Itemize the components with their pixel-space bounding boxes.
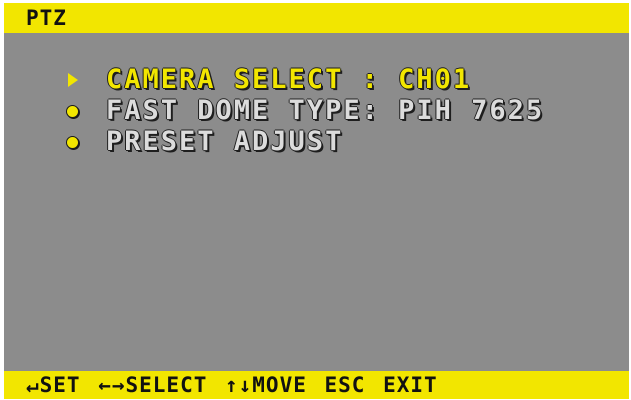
- help-bar: ↵SET ←→SELECT ↑↓MOVE ESC EXIT: [4, 371, 629, 399]
- dot-icon: [64, 102, 80, 118]
- key-help-text: ↵SET ←→SELECT ↑↓MOVE ESC EXIT: [26, 373, 438, 397]
- menu-item-label: FAST DOME TYPE: PIH 7625: [106, 95, 545, 126]
- menu-item-label: CAMERA SELECT : CH01: [106, 64, 472, 95]
- menu-item-label: PRESET ADJUST: [106, 126, 344, 157]
- dot-icon: [64, 133, 80, 149]
- page-title: PTZ: [26, 6, 67, 30]
- osd-screen: PTZ CAMERA SELECT : CH01 FAST DOME TYPE:…: [4, 3, 629, 399]
- title-bar: PTZ: [4, 3, 629, 33]
- triangle-right-icon: [64, 71, 80, 87]
